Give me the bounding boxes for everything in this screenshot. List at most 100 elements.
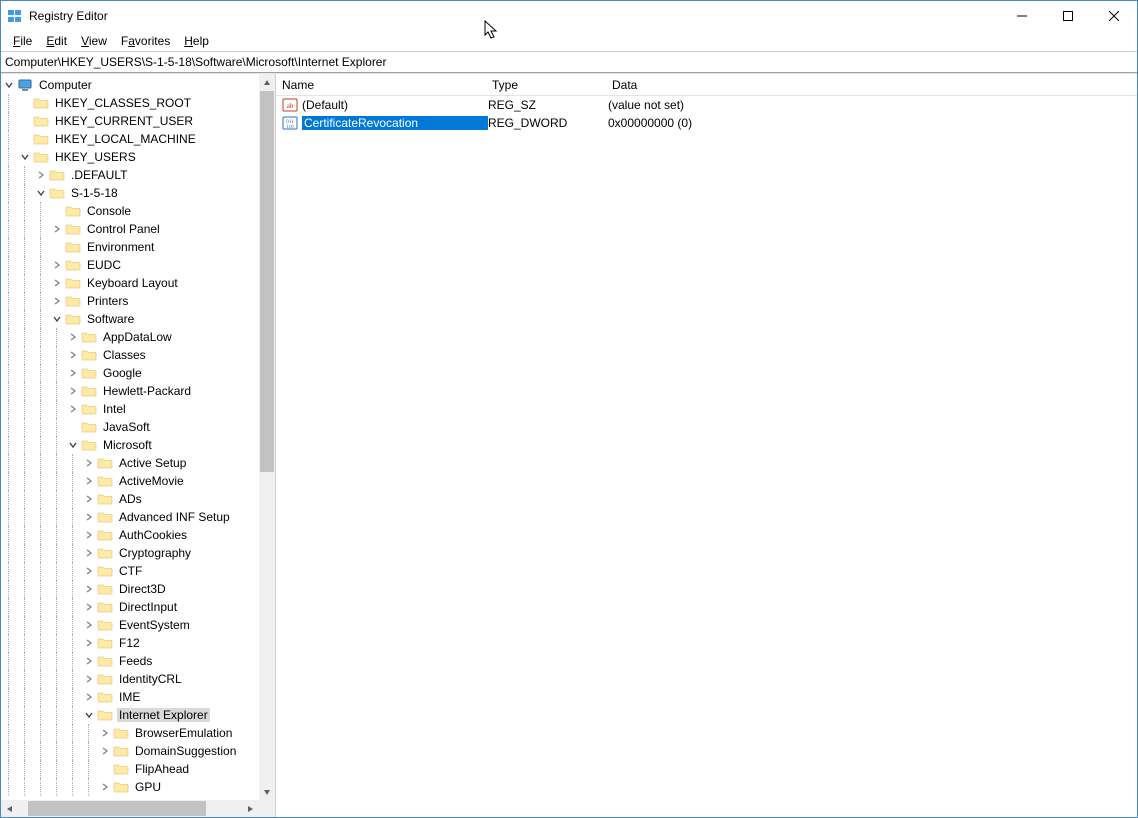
tree-ads[interactable]: ADs [1,490,275,508]
tree-direct3d[interactable]: Direct3D [1,580,275,598]
tree-hklm[interactable]: HKEY_LOCAL_MACHINE [1,130,275,148]
chevron-right-icon[interactable] [97,742,113,760]
chevron-right-icon[interactable] [97,724,113,742]
tree-horizontal-scrollbar[interactable] [1,800,258,817]
chevron-right-icon[interactable] [81,670,97,688]
chevron-right-icon[interactable] [65,328,81,346]
column-data[interactable]: Data [606,74,1137,96]
menu-edit[interactable]: Edit [40,33,73,49]
tree-ctf[interactable]: CTF [1,562,275,580]
scroll-left-button[interactable] [1,800,18,817]
tree-appdatalow[interactable]: AppDataLow [1,328,275,346]
chevron-right-icon[interactable] [81,634,97,652]
tree-hp[interactable]: Hewlett-Packard [1,382,275,400]
folder-icon [65,239,81,255]
chevron-right-icon[interactable] [81,562,97,580]
tree-default[interactable]: .DEFAULT [1,166,275,184]
chevron-right-icon[interactable] [49,256,65,274]
chevron-down-icon[interactable] [49,310,65,328]
chevron-down-icon[interactable] [65,436,81,454]
maximize-button[interactable] [1045,1,1091,31]
chevron-down-icon[interactable] [1,76,17,94]
tree-domainsuggestion[interactable]: DomainSuggestion [1,742,275,760]
value-row[interactable]: 011110CertificateRevocationREG_DWORD0x00… [276,114,1137,132]
chevron-right-icon[interactable] [97,778,113,796]
tree-eudc[interactable]: EUDC [1,256,275,274]
menu-file[interactable]: File [7,33,38,49]
chevron-right-icon[interactable] [81,454,97,472]
close-button[interactable] [1091,1,1137,31]
tree-directinput[interactable]: DirectInput [1,598,275,616]
chevron-right-icon[interactable] [65,400,81,418]
chevron-right-icon[interactable] [49,220,65,238]
chevron-right-icon[interactable] [81,688,97,706]
tree-internet-explorer[interactable]: Internet Explorer [1,706,275,724]
tree-root-computer[interactable]: Computer [1,76,275,94]
column-name[interactable]: Name [276,74,486,96]
tree-classes[interactable]: Classes [1,346,275,364]
tree-hku[interactable]: HKEY_USERS [1,148,275,166]
chevron-right-icon[interactable] [81,490,97,508]
registry-tree[interactable]: ComputerHKEY_CLASSES_ROOTHKEY_CURRENT_US… [1,74,275,796]
tree-hkcu[interactable]: HKEY_CURRENT_USER [1,112,275,130]
minimize-button[interactable] [999,1,1045,31]
values-list[interactable]: ab(Default)REG_SZ(value not set)011110Ce… [276,96,1137,817]
value-row[interactable]: ab(Default)REG_SZ(value not set) [276,96,1137,114]
tree-google[interactable]: Google [1,364,275,382]
chevron-right-icon[interactable] [33,166,49,184]
tree-eventsystem[interactable]: EventSystem [1,616,275,634]
chevron-right-icon[interactable] [81,508,97,526]
chevron-right-icon[interactable] [81,544,97,562]
tree-microsoft[interactable]: Microsoft [1,436,275,454]
tree-advinf[interactable]: Advanced INF Setup [1,508,275,526]
tree-vertical-scrollbar[interactable] [258,74,275,800]
chevron-right-icon[interactable] [65,364,81,382]
tree-identitycrl[interactable]: IdentityCRL [1,670,275,688]
chevron-right-icon[interactable] [49,274,65,292]
menu-favorites[interactable]: Favorites [115,33,176,49]
tree-environment[interactable]: Environment [1,238,275,256]
tree-ime[interactable]: IME [1,688,275,706]
tree-gpu[interactable]: GPU [1,778,275,796]
values-header[interactable]: Name Type Data [276,74,1137,96]
tree-activemovie[interactable]: ActiveMovie [1,472,275,490]
chevron-right-icon[interactable] [65,346,81,364]
chevron-right-icon[interactable] [81,616,97,634]
tree-printers[interactable]: Printers [1,292,275,310]
tree-javasoft[interactable]: JavaSoft [1,418,275,436]
tree-browseremulation[interactable]: BrowserEmulation [1,724,275,742]
chevron-right-icon[interactable] [81,598,97,616]
address-bar[interactable]: Computer\HKEY_USERS\S-1-5-18\Software\Mi… [1,51,1137,73]
tree-keyboard[interactable]: Keyboard Layout [1,274,275,292]
tree-console[interactable]: Console [1,202,275,220]
hscroll-thumb[interactable] [28,801,206,816]
tree-flipahead[interactable]: FlipAhead [1,760,275,778]
tree-activesetup[interactable]: Active Setup [1,454,275,472]
tree-feeds[interactable]: Feeds [1,652,275,670]
tree-cryptography[interactable]: Cryptography [1,544,275,562]
scroll-down-button[interactable] [259,783,275,800]
tree-intel[interactable]: Intel [1,400,275,418]
tree-s1518[interactable]: S-1-5-18 [1,184,275,202]
chevron-right-icon[interactable] [81,526,97,544]
scroll-right-button[interactable] [241,800,258,817]
chevron-right-icon[interactable] [81,580,97,598]
menu-view[interactable]: View [75,33,113,49]
tree-software[interactable]: Software [1,310,275,328]
chevron-down-icon[interactable] [81,706,97,724]
tree-label: EventSystem [117,618,192,632]
chevron-down-icon[interactable] [33,184,49,202]
tree-controlpanel[interactable]: Control Panel [1,220,275,238]
tree-f12[interactable]: F12 [1,634,275,652]
chevron-right-icon[interactable] [65,382,81,400]
chevron-right-icon[interactable] [81,472,97,490]
scroll-up-button[interactable] [259,74,275,91]
chevron-right-icon[interactable] [81,652,97,670]
vscroll-thumb[interactable] [260,91,274,472]
column-type[interactable]: Type [486,74,606,96]
menu-help[interactable]: Help [178,33,215,49]
chevron-down-icon[interactable] [17,148,33,166]
chevron-right-icon[interactable] [49,292,65,310]
tree-hkcr[interactable]: HKEY_CLASSES_ROOT [1,94,275,112]
tree-authcookies[interactable]: AuthCookies [1,526,275,544]
